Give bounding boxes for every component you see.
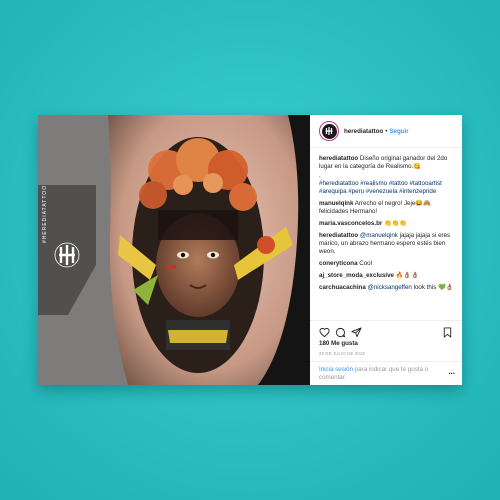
comment-username[interactable]: maria.vasconcelos.br (319, 220, 382, 227)
header-username[interactable]: herediatattoo (344, 128, 383, 135)
comment-item: maria.vasconcelos.br 👏👏👏 (319, 220, 455, 228)
likes-count[interactable]: 180 Me gusta (319, 340, 358, 347)
comment-item: aj_store_moda_exclusive 🔥👌🏽👌🏽 (319, 272, 455, 280)
comment-text: 👏👏👏 (382, 220, 408, 228)
login-prompt: Inicia sesión para indicar que te gusta … (310, 361, 462, 385)
comment-username[interactable]: manuelqink (319, 200, 353, 207)
comment-username[interactable]: aj_store_moda_exclusive (319, 272, 394, 279)
comment-username[interactable]: carchuacachina (319, 284, 366, 291)
share-icon[interactable] (351, 327, 362, 338)
comment-text: Cool (357, 260, 372, 268)
comment-text: 🔥👌🏽👌🏽 (393, 272, 419, 280)
comment-icon[interactable] (335, 327, 346, 338)
comment-item: manuelqink Arrecho el negro! Jeje😂🙈 feli… (319, 200, 455, 217)
watermark-text: #HEREDIATATTOO (42, 184, 48, 243)
comment-mention[interactable]: @nicksangeffen (366, 284, 412, 291)
comment-text: . (319, 171, 321, 179)
post-header: herediatattoo • Seguir (310, 115, 462, 148)
post-photo[interactable]: #HEREDIATATTOO (38, 115, 310, 385)
comment-username[interactable]: herediatattoo (319, 232, 358, 239)
post-date: 28 DE JULIO DE 2018 (319, 351, 365, 356)
instagram-post-card: #HEREDIATATTOO herediatattoo • Seguir he… (38, 115, 462, 385)
post-sidebar: herediatattoo • Seguir herediatattoo Dis… (310, 115, 462, 385)
comment-item: carchuacachina @nicksangeffen look this … (319, 284, 455, 292)
comment-item: herediatattoo @manuelqink jajaja jajaja … (319, 232, 455, 257)
comment-item: coneryticona Cool (319, 260, 455, 268)
heart-icon[interactable] (319, 327, 330, 338)
comment-item: herediatattoo Diseño original ganador de… (319, 155, 455, 196)
brand-logo-icon (325, 127, 333, 135)
comment-username[interactable]: coneryticona (319, 260, 358, 267)
login-link[interactable]: Inicia sesión (319, 366, 353, 373)
comment-mention[interactable]: @manuelqink (358, 232, 398, 239)
separator-dot: • (385, 127, 388, 135)
comments-list: herediatattoo Diseño original ganador de… (319, 155, 455, 296)
watermark: #HEREDIATATTOO (38, 115, 98, 385)
comment-hashtags[interactable]: #herediatattoo #realismo #tattoo #tattoo… (319, 180, 442, 195)
action-bar (310, 320, 462, 341)
comment-text: look this 💚👌🏽 (411, 283, 454, 291)
bookmark-icon[interactable] (442, 327, 453, 338)
avatar[interactable] (319, 121, 339, 141)
follow-button[interactable]: Seguir (389, 128, 408, 135)
login-text: Inicia sesión para indicar que te gusta … (319, 366, 439, 381)
comment-username[interactable]: herediatattoo (319, 155, 358, 162)
watermark-logo-panel (38, 185, 96, 315)
more-options-icon[interactable]: ... (448, 367, 455, 376)
